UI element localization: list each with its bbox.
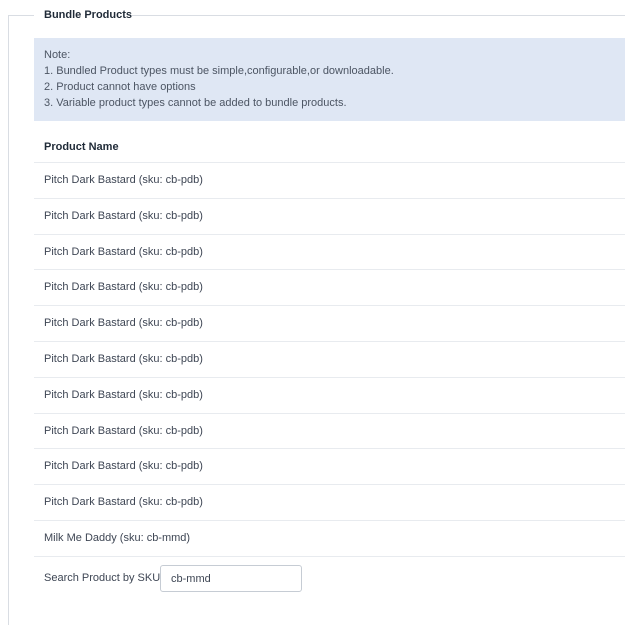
note-line: 2. Product cannot have options — [44, 81, 196, 93]
table-row: Pitch Dark Bastard (sku: cb-pdb) — [34, 199, 625, 235]
fieldset-border-left — [8, 15, 9, 625]
note-title: Note: — [44, 49, 71, 61]
table-row: Pitch Dark Bastard (sku: cb-pdb) — [34, 414, 625, 450]
table-row: Milk Me Daddy (sku: cb-mmd) — [34, 521, 625, 557]
table-row: Pitch Dark Bastard (sku: cb-pdb) — [34, 235, 625, 271]
table-row: Pitch Dark Bastard (sku: cb-pdb) — [34, 270, 625, 307]
table-row: Pitch Dark Bastard (sku: cb-pdb) — [34, 163, 625, 199]
table-row: Pitch Dark Bastard (sku: cb-pdb) — [34, 378, 625, 414]
fieldset-border-top-right — [132, 15, 625, 16]
bundle-products-page: Bundle Products Note: 1. Bundled Product… — [0, 0, 625, 625]
table-row: Pitch Dark Bastard (sku: cb-pdb) — [34, 342, 625, 378]
fieldset-legend: Bundle Products — [44, 8, 133, 22]
search-sku-input[interactable] — [160, 565, 302, 592]
note-line: 1. Bundled Product types must be simple,… — [44, 65, 394, 77]
note-box: Note: 1. Bundled Product types must be s… — [34, 38, 625, 121]
note-line: 3. Variable product types cannot be adde… — [44, 97, 347, 109]
search-by-sku: Search Product by SKU — [34, 565, 625, 593]
table-row: Pitch Dark Bastard (sku: cb-pdb) — [34, 485, 625, 521]
table-row: Pitch Dark Bastard (sku: cb-pdb) — [34, 306, 625, 342]
column-header-product-name: Product Name — [34, 130, 625, 163]
search-sku-label: Search Product by SKU — [44, 572, 161, 584]
table-row: Pitch Dark Bastard (sku: cb-pdb) — [34, 449, 625, 486]
fieldset-border-top-left — [8, 15, 34, 16]
bundle-products-table: Product Name Pitch Dark Bastard (sku: cb… — [34, 130, 625, 557]
